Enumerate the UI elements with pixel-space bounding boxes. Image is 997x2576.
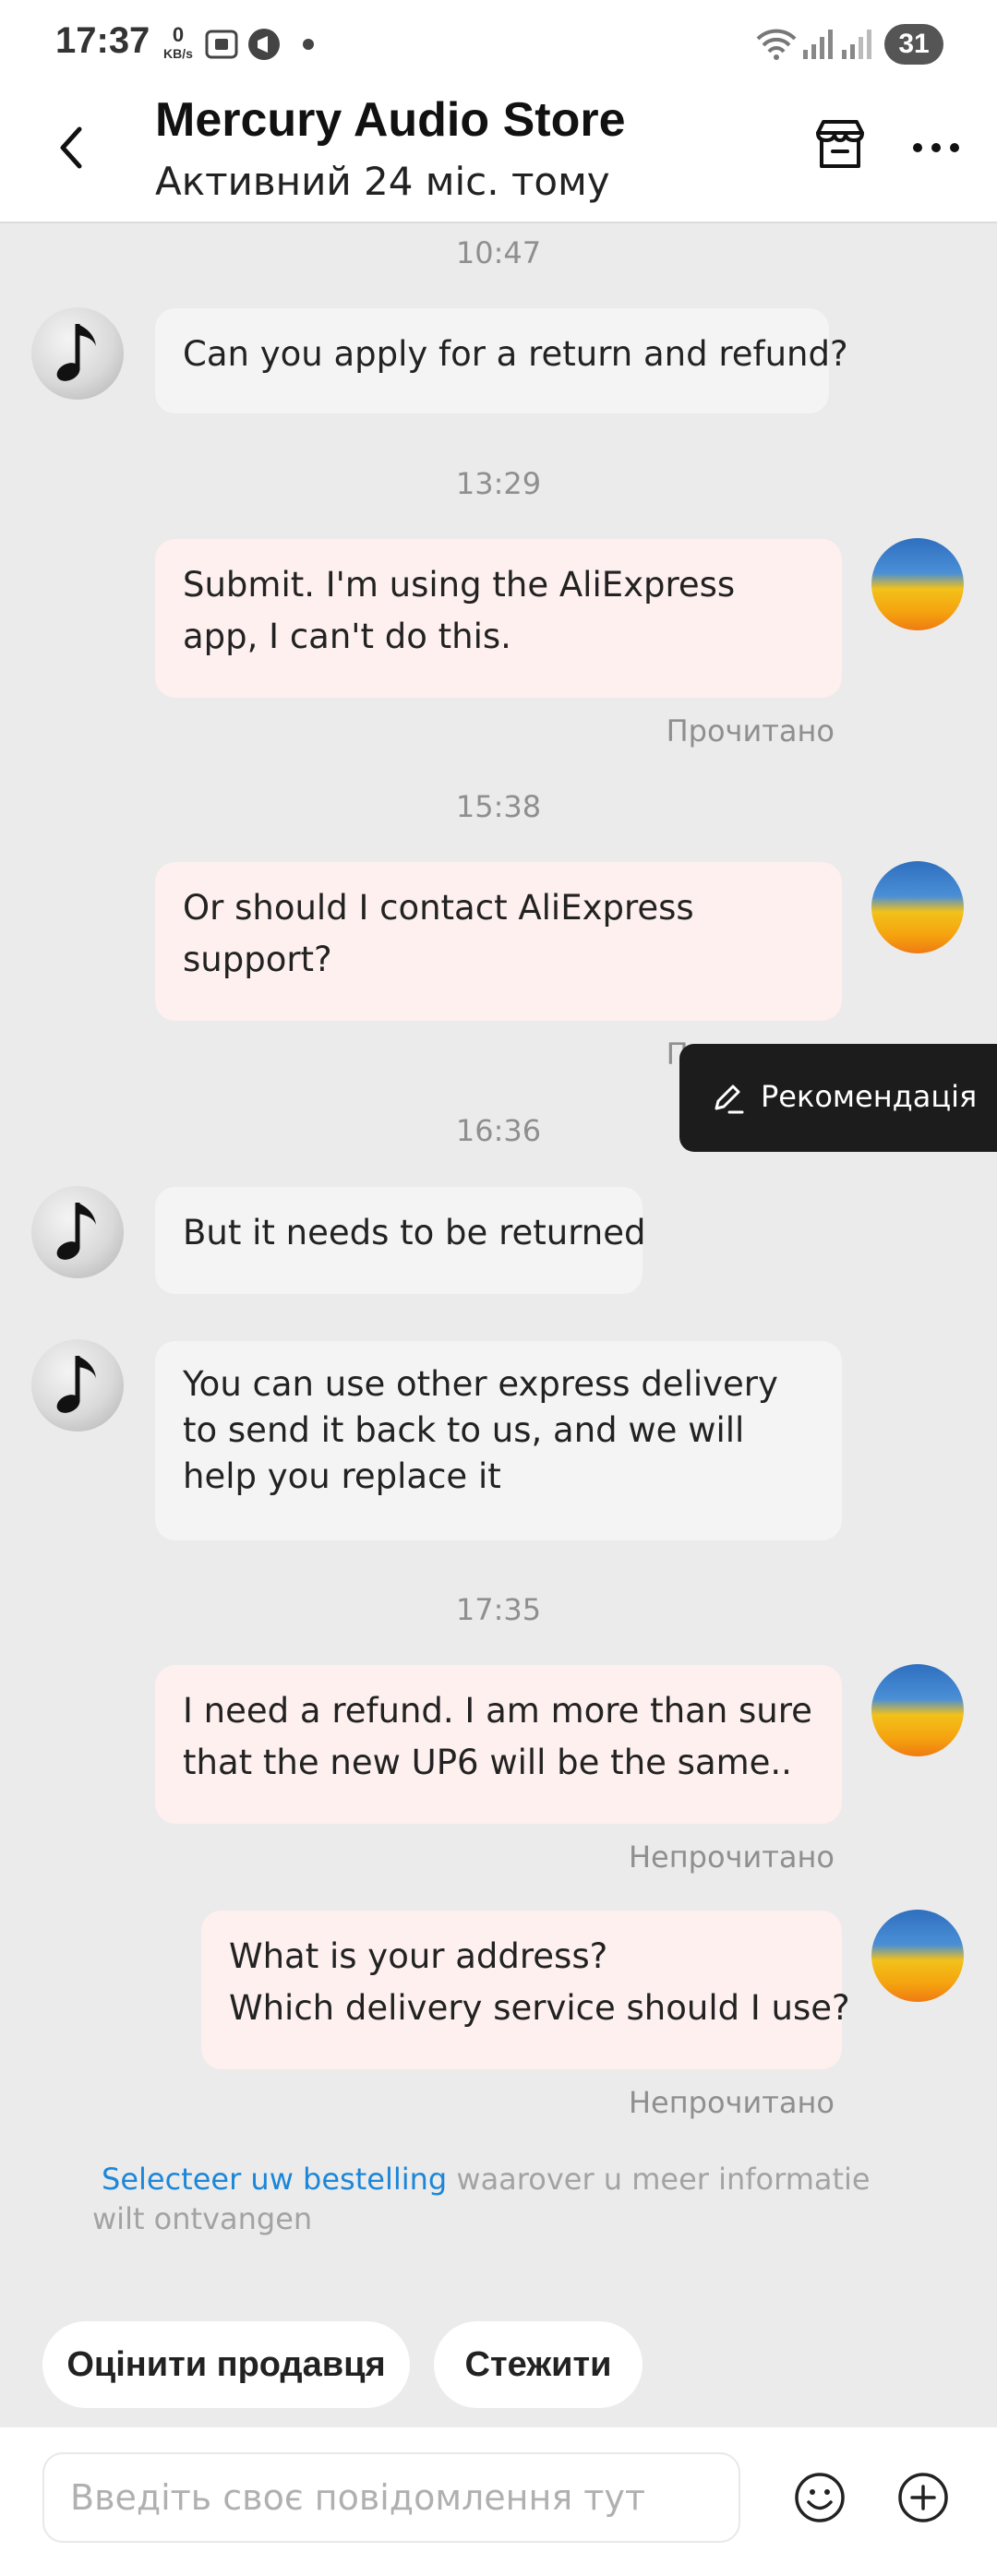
- signal-2-icon: [842, 30, 871, 59]
- user-avatar[interactable]: [871, 1910, 964, 2002]
- music-note-icon: [56, 1203, 96, 1260]
- store-activity-status: Активний 24 міс. тому: [155, 159, 610, 204]
- timestamp: 15:38: [455, 789, 542, 824]
- wifi-icon: [756, 29, 797, 60]
- message-incoming[interactable]: But it needs to be returned: [155, 1187, 645, 1294]
- seller-avatar[interactable]: [31, 307, 124, 400]
- status-net-speed: 0 KB/s: [159, 23, 198, 63]
- status-time: 17:37: [55, 20, 150, 61]
- message-line: Which delivery service should I use?: [229, 1988, 850, 2028]
- message-composer: [0, 2427, 997, 2576]
- emoji-icon[interactable]: [792, 2470, 847, 2525]
- battery-indicator: 31: [884, 24, 943, 65]
- select-order-link[interactable]: Selecteer uw bestelling: [102, 2162, 447, 2197]
- store-icon[interactable]: [812, 116, 868, 172]
- pen-icon: [715, 1084, 744, 1114]
- top-bar: 17:37 0 KB/s 31 Mercury Audio Store Актив…: [0, 0, 997, 223]
- plus-icon[interactable]: [895, 2470, 951, 2525]
- screenshot-icon: [205, 30, 238, 59]
- net-speed-value: 0: [172, 23, 185, 46]
- message-outgoing[interactable]: I need a refund. I am more than sure tha…: [155, 1665, 842, 1824]
- signal-1-icon: [803, 30, 833, 59]
- message-line: What is your address?: [229, 1936, 608, 1976]
- order-select-hint: Selecteer uw bestelling waarover u meer …: [92, 2160, 905, 2239]
- timestamp: 10:47: [455, 235, 542, 270]
- music-note-icon: [56, 324, 96, 381]
- back-arrow-icon[interactable]: [52, 120, 92, 175]
- message-outgoing[interactable]: What is your address? Which delivery ser…: [201, 1911, 850, 2069]
- message-outgoing[interactable]: Or should I contact AliExpress support?: [155, 862, 842, 1021]
- message-incoming[interactable]: Can you apply for a return and refund?: [155, 308, 848, 413]
- user-avatar[interactable]: [871, 1664, 964, 1756]
- read-status: Прочитано: [666, 713, 835, 749]
- net-speed-unit: KB/s: [163, 46, 193, 61]
- user-avatar[interactable]: [871, 538, 964, 630]
- media-icon: [248, 29, 280, 60]
- message-incoming[interactable]: You can use other express delivery to se…: [155, 1341, 842, 1540]
- message-outgoing[interactable]: Submit. I'm using the AliExpress app, I …: [155, 539, 842, 698]
- user-avatar[interactable]: [871, 861, 964, 953]
- music-note-icon: [56, 1356, 96, 1413]
- message-input[interactable]: [42, 2452, 740, 2543]
- timestamp: 16:36: [455, 1113, 542, 1148]
- recommendation-label: Рекомендація: [761, 1079, 978, 1114]
- seller-avatar[interactable]: [31, 1339, 124, 1432]
- rate-seller-button[interactable]: Оцінити продавця: [42, 2321, 410, 2408]
- timestamp: 17:35: [455, 1592, 542, 1627]
- more-icon[interactable]: [908, 129, 964, 166]
- follow-button[interactable]: Стежити: [434, 2321, 643, 2408]
- notification-dot-icon: [303, 39, 314, 50]
- seller-avatar[interactable]: [31, 1186, 124, 1278]
- timestamp: 13:29: [455, 466, 542, 501]
- store-title[interactable]: Mercury Audio Store: [155, 92, 626, 148]
- unread-status: Непрочитано: [628, 2085, 835, 2120]
- unread-status: Непрочитано: [628, 1839, 835, 1875]
